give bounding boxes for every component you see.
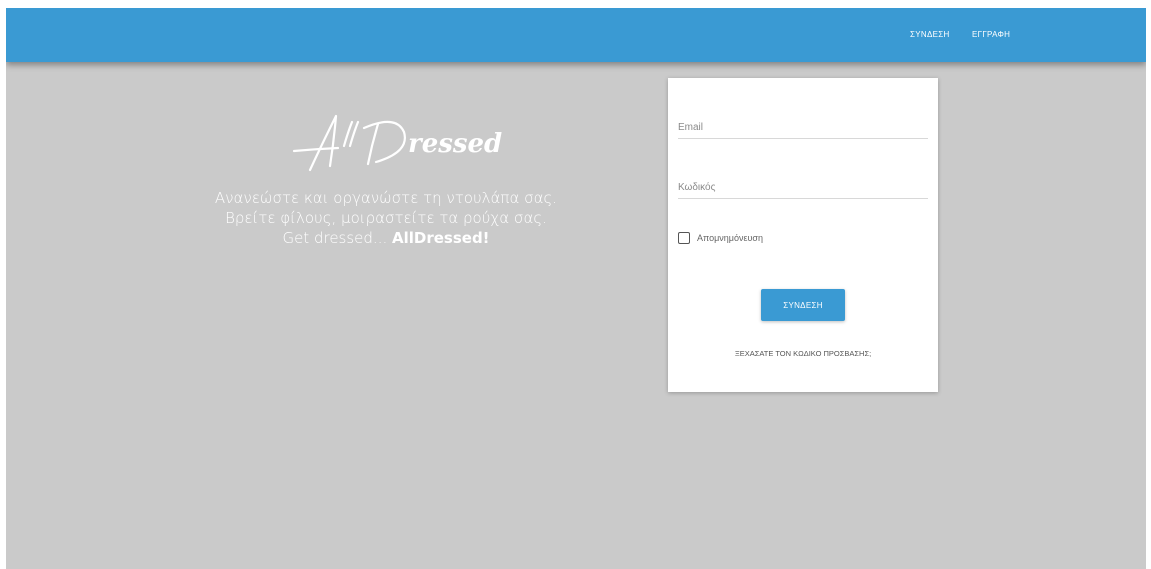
app-frame: ΣΥΝΔΕΣΗ ΕΓΓΡΑΦΗ ressed Ανανεώστε και οργ… [6, 8, 1146, 569]
top-navbar: ΣΥΝΔΕΣΗ ΕΓΓΡΑΦΗ [6, 8, 1146, 62]
remember-me[interactable]: Απομνημόνευση [678, 230, 763, 246]
nav-register-link[interactable]: ΕΓΓΡΑΦΗ [972, 30, 1010, 39]
tagline-prefix: Get dressed... [282, 229, 392, 247]
tagline-line-3: Get dressed... AllDressed! [186, 228, 586, 248]
forgot-password-link[interactable]: ΞΕΧΑΣΑΤΕ ΤΟΝ ΚΩΔΙΚΟ ΠΡΟΣΒΑΣΗΣ; [668, 349, 938, 358]
tagline-brand: AllDressed! [392, 229, 490, 247]
login-card: Απομνημόνευση ΣΥΝΔΕΣΗ ΞΕΧΑΣΑΤΕ ΤΟΝ ΚΩΔΙΚ… [668, 78, 938, 392]
remember-checkbox[interactable] [678, 232, 690, 244]
alldressed-logo: ressed [286, 104, 526, 174]
email-field[interactable] [678, 116, 928, 139]
tagline-line-2: Βρείτε φίλους, μοιραστείτε τα ρούχα σας. [225, 209, 547, 227]
hero-tagline: Ανανεώστε και οργανώστε τη ντουλάπα σας.… [186, 188, 586, 248]
nav-login-link[interactable]: ΣΥΝΔΕΣΗ [910, 30, 950, 39]
login-button[interactable]: ΣΥΝΔΕΣΗ [761, 289, 845, 321]
remember-label: Απομνημόνευση [697, 233, 763, 243]
svg-text:ressed: ressed [408, 129, 502, 159]
password-field[interactable] [678, 176, 928, 199]
tagline-line-1: Ανανεώστε και οργανώστε τη ντουλάπα σας. [214, 189, 558, 207]
